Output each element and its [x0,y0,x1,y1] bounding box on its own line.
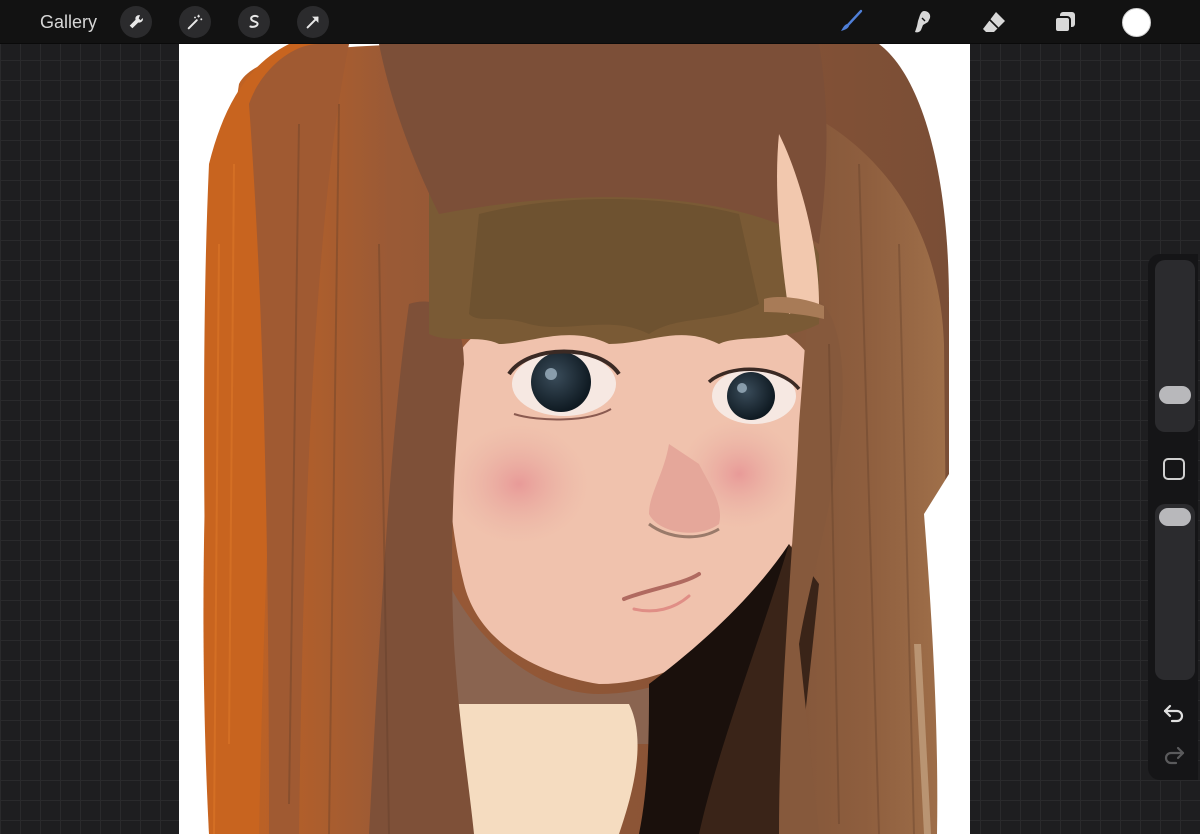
eraser-tool-button[interactable] [977,6,1011,38]
top-toolbar: Gallery [0,0,1200,44]
undo-button[interactable] [1160,698,1188,726]
adjustments-button[interactable] [179,6,211,38]
eraser-icon [983,12,1005,32]
gallery-button[interactable]: Gallery [40,11,97,33]
selection-button[interactable] [238,6,270,38]
brush-size-thumb[interactable] [1159,386,1191,404]
undo-icon [1163,704,1184,723]
brush-icon [841,9,863,31]
opacity-thumb[interactable] [1159,508,1191,526]
brush-tool-button[interactable] [834,6,868,38]
actions-button[interactable] [120,6,152,38]
drawing-canvas[interactable] [179,44,970,834]
transform-arrow-icon [306,16,319,29]
transform-button[interactable] [297,6,329,38]
opacity-slider[interactable] [1155,504,1195,680]
layers-icon [1054,12,1075,33]
color-picker-swatch[interactable] [1122,8,1151,37]
modify-button[interactable] [1163,458,1185,480]
right-sidebar [1148,254,1198,780]
redo-button[interactable] [1160,740,1188,768]
wrench-icon [129,15,143,29]
painting-artwork [203,44,949,834]
selection-icon [249,14,259,28]
smudge-icon [915,11,931,33]
magic-wand-icon [187,14,203,30]
redo-icon [1164,746,1185,765]
layers-button[interactable] [1048,6,1082,38]
brush-size-slider[interactable] [1155,260,1195,432]
smudge-tool-button[interactable] [905,6,939,38]
